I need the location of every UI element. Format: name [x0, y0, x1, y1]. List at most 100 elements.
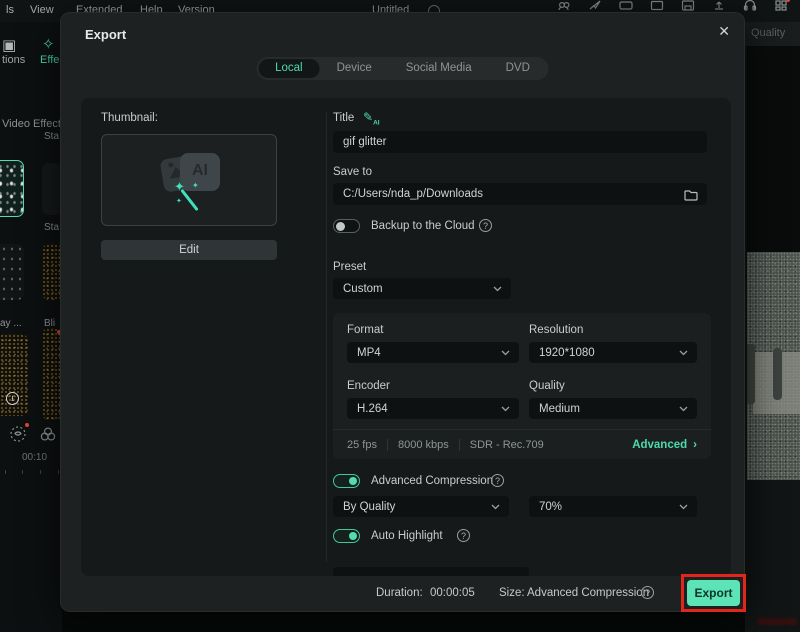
notification-dot	[25, 423, 29, 427]
chevron-down-icon	[501, 406, 510, 412]
keyboard-icon[interactable]	[619, 0, 633, 11]
compression-value-dropdown[interactable]: 70%	[529, 496, 697, 517]
download-icon: ⭳	[6, 392, 19, 405]
preset-value: Custom	[343, 283, 383, 295]
folder-icon[interactable]	[684, 188, 698, 206]
ruler-tick	[5, 470, 6, 474]
dialog-title: Export	[85, 27, 126, 42]
quality-label: Quality	[529, 380, 565, 392]
advanced-link-label: Advanced	[632, 439, 687, 451]
format-value: MP4	[357, 347, 381, 359]
sparkle-icon: ✦	[174, 179, 185, 195]
tab-device[interactable]: Device	[320, 59, 389, 78]
compression-percent-value: 70%	[539, 501, 562, 513]
preset-dropdown[interactable]: Custom	[333, 278, 511, 299]
help-icon[interactable]: ?	[491, 474, 504, 487]
resolution-dropdown[interactable]: 1920*1080	[529, 342, 697, 363]
chevron-down-icon	[491, 504, 500, 510]
effect-thumbnail[interactable]	[42, 328, 62, 420]
backup-cloud-toggle[interactable]	[333, 219, 360, 233]
resolution-value: 1920*1080	[539, 347, 595, 359]
export-dialog: Export ✕ Local Device Social Media DVD T…	[60, 12, 745, 612]
ai-tools-icon[interactable]	[8, 424, 28, 447]
sparkle-icon: ✦	[176, 197, 182, 205]
column-divider	[326, 112, 327, 562]
info-divider	[459, 439, 460, 451]
ruler-tick	[22, 470, 23, 474]
layout-grid-icon[interactable]	[774, 0, 788, 11]
notification-dot	[786, 0, 790, 2]
effect-thumbnail[interactable]	[0, 244, 24, 300]
colorspace-value: SDR - Rec.709	[470, 439, 544, 451]
transitions-icon[interactable]: ▣	[2, 36, 16, 54]
format-settings-panel: Format MP4 Resolution 1920*1080 Encoder …	[333, 313, 711, 459]
save-icon[interactable]	[681, 0, 695, 11]
format-dropdown[interactable]: MP4	[347, 342, 519, 363]
chevron-down-icon	[679, 504, 688, 510]
advanced-settings-link[interactable]: Advanced ›	[632, 439, 697, 451]
chevron-down-icon	[679, 350, 688, 356]
effect-thumb-label: ay ...	[0, 318, 22, 329]
window-icon[interactable]	[650, 0, 664, 11]
resolution-label: Resolution	[529, 324, 583, 336]
auto-highlight-toggle[interactable]	[333, 529, 360, 543]
ruler-tick	[58, 470, 59, 474]
menu-item-tools[interactable]: ls	[6, 4, 14, 16]
effects-sidebar: ▣ ✧ tions Effec Video Effects Sta Sta ay…	[0, 22, 62, 632]
upload-icon[interactable]	[712, 0, 726, 11]
tab-social-media[interactable]: Social Media	[389, 59, 489, 78]
fps-value: 25 fps	[347, 439, 377, 451]
sidebar-item-transitions[interactable]: tions	[2, 54, 25, 66]
chevron-down-icon	[679, 406, 688, 412]
ruler-tick	[40, 470, 41, 474]
close-icon[interactable]: ✕	[718, 23, 730, 40]
headset-icon[interactable]	[743, 0, 757, 11]
encoder-value: H.264	[357, 403, 388, 415]
effect-thumbnail[interactable]	[42, 244, 62, 300]
app-screen: ls View Extended Help Version Untitled ▣…	[0, 0, 800, 632]
effect-thumbnail[interactable]: ⭳	[0, 334, 28, 416]
effect-thumbnail[interactable]	[42, 163, 62, 215]
thumbnail-preview[interactable]: AI ✦ ✦ ✦	[101, 134, 277, 226]
menu-item-view[interactable]: View	[30, 4, 54, 16]
save-path-input[interactable]	[333, 183, 707, 205]
ai-title-icon[interactable]: ✎AI	[363, 110, 380, 126]
auto-highlight-label: Auto Highlight	[371, 530, 443, 542]
encoder-label: Encoder	[347, 380, 390, 392]
chevron-down-icon	[501, 350, 510, 356]
compression-mode-dropdown[interactable]: By Quality	[333, 496, 509, 517]
tab-dvd[interactable]: DVD	[489, 59, 547, 78]
export-tabbar: Local Device Social Media DVD	[256, 57, 549, 80]
help-icon[interactable]: ?	[479, 219, 492, 232]
save-to-label: Save to	[333, 166, 372, 178]
effect-thumb-label: Sta	[44, 131, 59, 142]
quality-value: Medium	[539, 403, 580, 415]
quality-dropdown[interactable]: Medium	[529, 398, 697, 419]
thumbnail-label: Thumbnail:	[101, 112, 158, 124]
help-icon[interactable]: ?	[641, 586, 654, 599]
effects-section-title: Video Effects	[2, 118, 66, 130]
blend-circles-icon[interactable]	[38, 424, 58, 447]
frame-figure	[747, 344, 755, 404]
collaboration-icon[interactable]	[557, 0, 571, 11]
help-icon[interactable]: ?	[457, 529, 470, 542]
preview-letterbox	[747, 46, 800, 252]
chevron-right-icon: ›	[693, 439, 697, 451]
export-button[interactable]: Export	[687, 580, 740, 606]
duration-value: 00:00:05	[430, 587, 475, 599]
advanced-compression-toggle[interactable]	[333, 474, 360, 488]
watermark-smudge	[757, 618, 797, 625]
encoder-dropdown[interactable]: H.264	[347, 398, 519, 419]
dialog-footer: Duration: 00:00:05 Size: Advanced Compre…	[61, 574, 744, 611]
share-icon[interactable]	[588, 0, 602, 11]
edit-thumbnail-button[interactable]: Edit	[101, 240, 277, 260]
effect-thumbnail-selected[interactable]	[0, 160, 24, 217]
title-input[interactable]	[333, 131, 707, 153]
chevron-down-icon	[493, 286, 502, 292]
effects-icon[interactable]: ✧	[42, 35, 55, 53]
tab-local[interactable]: Local	[258, 59, 320, 78]
size-label: Size:	[499, 587, 525, 599]
quality-panel-label: Quality	[745, 22, 800, 46]
timeline-ruler-label: 00:10	[22, 452, 47, 463]
toolbar-icon-row	[557, 0, 788, 11]
